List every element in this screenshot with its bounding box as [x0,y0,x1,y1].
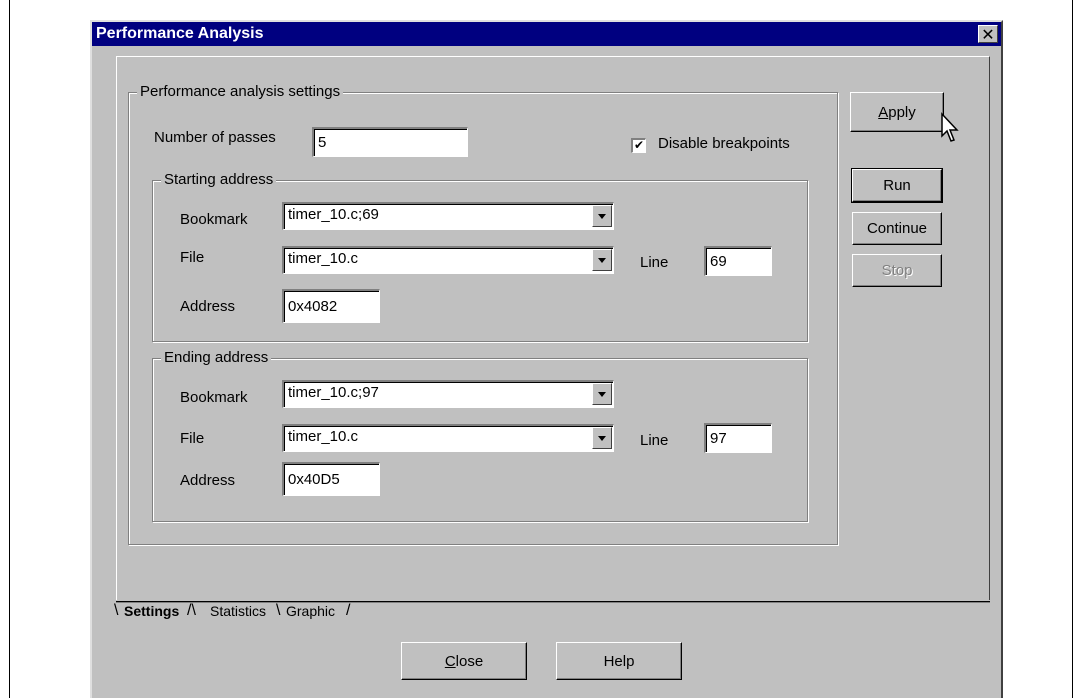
ending-file-select[interactable]: timer_10.c [282,424,614,452]
title-bar: Performance Analysis ✕ [92,22,1001,46]
chevron-down-icon[interactable] [592,383,612,405]
disable-breakpoints-label: Disable breakpoints [658,135,790,152]
disable-breakpoints-checkbox[interactable]: ✔ [631,138,646,153]
ending-address-field-label: Address [180,472,236,489]
apply-mnemonic: A [878,103,889,121]
ending-bookmark-label: Bookmark [180,389,248,406]
starting-bookmark-label: Bookmark [180,211,248,228]
mouse-cursor-icon [941,112,959,142]
chevron-down-icon[interactable] [592,427,612,449]
ending-line-label: Line [640,432,669,449]
tab-graphic[interactable]: Graphic [286,602,335,622]
starting-line-input[interactable] [704,246,772,276]
run-button[interactable]: Run [851,168,943,203]
close-icon: ✕ [981,24,995,44]
passes-input[interactable] [312,127,468,157]
close-label: lose [455,652,484,670]
starting-file-value: timer_10.c [288,250,359,267]
check-icon: ✔ [633,138,645,152]
stop-button: Stop [852,254,942,287]
help-button[interactable]: Help [556,642,682,680]
performance-settings-label: Performance analysis settings [137,83,344,100]
starting-address-input[interactable] [282,289,380,323]
apply-button[interactable]: Apply [850,92,944,132]
chevron-down-icon[interactable] [592,249,612,271]
document-border-left [9,0,10,698]
tab-settings[interactable]: Settings [124,602,179,622]
close-button[interactable]: Close [401,642,527,680]
apply-label: pply [888,103,916,121]
tab-edge: \ [114,602,119,619]
close-window-button[interactable]: ✕ [978,25,998,43]
starting-bookmark-select[interactable]: timer_10.c;69 [282,202,614,230]
ending-bookmark-select[interactable]: timer_10.c;97 [282,380,614,408]
run-label: Run [883,177,911,194]
ending-line-input[interactable] [704,423,772,453]
starting-address-label: Starting address [161,171,277,188]
starting-file-select[interactable]: timer_10.c [282,246,614,274]
starting-file-label: File [180,249,205,266]
stop-label: Stop [881,262,913,279]
ending-file-value: timer_10.c [288,428,359,445]
ending-address-input[interactable] [282,462,380,496]
help-label: Help [603,652,635,670]
continue-button[interactable]: Continue [852,212,942,245]
document-border-right [1072,0,1073,698]
ending-address-label: Ending address [161,349,272,366]
starting-bookmark-value: timer_10.c;69 [288,206,379,223]
starting-address-field-label: Address [180,298,236,315]
chevron-down-icon[interactable] [592,205,612,227]
tab-statistics[interactable]: Statistics [210,602,266,622]
continue-label: Continue [866,220,928,237]
starting-line-label: Line [640,254,669,271]
ending-bookmark-value: timer_10.c;97 [288,384,379,401]
performance-analysis-dialog: Performance Analysis ✕ Performance analy… [90,20,1003,698]
passes-label: Number of passes [154,129,276,146]
tab-edge: / [346,602,351,619]
dialog-title: Performance Analysis [96,25,264,42]
close-mnemonic: C [444,652,456,670]
ending-file-label: File [180,430,205,447]
tab-edge: /\ [187,602,196,619]
tab-edge: \ [276,602,281,619]
